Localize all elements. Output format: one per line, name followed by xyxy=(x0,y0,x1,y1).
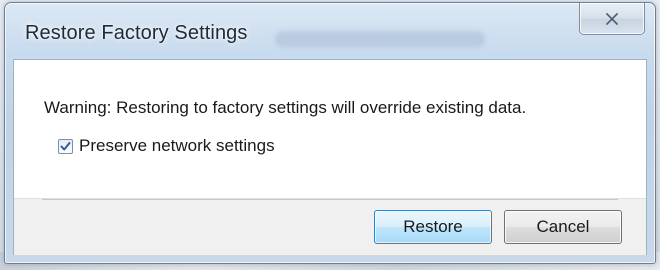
close-icon xyxy=(605,12,619,25)
restore-factory-settings-dialog: Restore Factory Settings Warning: Restor… xyxy=(4,2,656,264)
screen: Restore Factory Settings Warning: Restor… xyxy=(0,0,660,270)
preserve-network-checkbox[interactable] xyxy=(58,138,73,154)
restore-button[interactable]: Restore xyxy=(374,210,492,244)
checkmark-icon xyxy=(60,141,71,150)
close-button[interactable] xyxy=(579,3,645,35)
dialog-footer: Restore Cancel xyxy=(14,198,646,255)
preserve-network-label: Preserve network settings xyxy=(79,136,275,155)
title-bar[interactable]: Restore Factory Settings xyxy=(5,3,655,61)
warning-message: Warning: Restoring to factory settings w… xyxy=(44,98,527,117)
title-bar-blur xyxy=(275,31,485,47)
separator-line xyxy=(42,199,618,200)
dialog-content: Warning: Restoring to factory settings w… xyxy=(14,60,646,198)
preserve-network-option[interactable]: Preserve network settings xyxy=(58,136,275,156)
window-title: Restore Factory Settings xyxy=(25,22,248,44)
dialog-body: Warning: Restoring to factory settings w… xyxy=(13,59,647,255)
cancel-button[interactable]: Cancel xyxy=(504,210,622,244)
